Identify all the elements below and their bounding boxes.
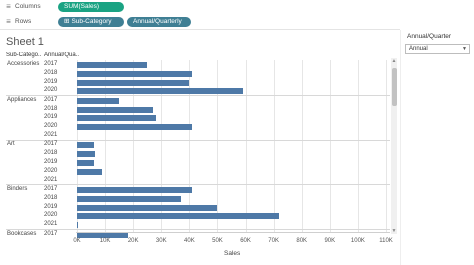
year-label[interactable]: 2021 bbox=[44, 221, 57, 227]
year-label[interactable]: 2019 bbox=[44, 79, 57, 85]
gridline bbox=[357, 60, 359, 232]
year-label[interactable]: 2018 bbox=[44, 70, 57, 76]
x-tick-label: 50K bbox=[212, 238, 223, 244]
x-tick-label: 70K bbox=[268, 238, 279, 244]
x-tick-label: 40K bbox=[184, 238, 195, 244]
pill-label: Sub-Category bbox=[71, 18, 112, 25]
x-axis-title: Sales bbox=[224, 250, 241, 257]
year-label[interactable]: 2019 bbox=[44, 114, 57, 120]
gridline bbox=[386, 60, 387, 232]
gridline bbox=[273, 60, 275, 232]
scroll-down-icon[interactable]: ▼ bbox=[391, 228, 397, 234]
year-label[interactable]: 2017 bbox=[44, 231, 57, 237]
year-label[interactable]: 2019 bbox=[44, 159, 57, 165]
year-label[interactable]: 2020 bbox=[44, 123, 57, 129]
annual-quarterly-pill[interactable]: Annual/Quarterly bbox=[127, 17, 191, 27]
x-tick-label: 10K bbox=[99, 238, 111, 244]
year-label[interactable]: 2019 bbox=[44, 204, 57, 210]
panel-divider bbox=[400, 30, 401, 265]
category-separator bbox=[6, 229, 390, 230]
scroll-up-icon[interactable]: ▲ bbox=[391, 58, 397, 64]
year-label[interactable]: 2017 bbox=[44, 186, 57, 192]
year-label[interactable]: 2020 bbox=[44, 212, 57, 218]
year-label[interactable]: 2017 bbox=[44, 61, 57, 67]
x-tick-label: 0K bbox=[73, 238, 81, 244]
gridline bbox=[301, 60, 303, 232]
gridline bbox=[329, 60, 331, 232]
bar[interactable] bbox=[77, 222, 79, 229]
x-tick-label: 60K bbox=[240, 238, 251, 244]
columns-drop-area[interactable]: SUM(Sales) bbox=[55, 1, 395, 13]
bar[interactable] bbox=[77, 115, 156, 122]
category-label[interactable]: Appliances bbox=[7, 97, 36, 103]
year-label[interactable]: 2017 bbox=[44, 141, 57, 147]
category-separator bbox=[6, 95, 390, 97]
bar[interactable] bbox=[77, 195, 181, 202]
bar[interactable] bbox=[77, 97, 120, 104]
x-tick-label: 100K bbox=[350, 238, 365, 244]
sheet-title: Sheet 1 bbox=[6, 36, 44, 48]
year-label[interactable]: 2017 bbox=[44, 97, 57, 103]
category-label[interactable]: Bookcases bbox=[7, 231, 36, 237]
x-axis-line bbox=[76, 232, 390, 233]
year-label[interactable]: 2020 bbox=[44, 168, 57, 174]
rows-shelf: ≡ Rows ⊞ Sub-Category Annual/Quarterly bbox=[0, 15, 474, 29]
year-label[interactable]: 2020 bbox=[44, 87, 57, 93]
rows-icon: ≡ bbox=[6, 17, 11, 26]
bar[interactable] bbox=[77, 124, 193, 131]
x-tick-label: 30K bbox=[155, 238, 167, 244]
bar[interactable] bbox=[77, 79, 190, 86]
x-tick-label: 80K bbox=[296, 238, 308, 244]
pill-label: SUM(Sales) bbox=[64, 3, 100, 10]
bar[interactable] bbox=[77, 187, 193, 193]
category-separator bbox=[6, 184, 390, 186]
bar[interactable] bbox=[77, 142, 94, 149]
bar[interactable] bbox=[77, 204, 218, 211]
chevron-down-icon: ▼ bbox=[462, 46, 467, 52]
category-label[interactable]: Binders bbox=[7, 186, 27, 192]
category-label[interactable]: Art bbox=[7, 141, 15, 147]
columns-shelf: ≡ Columns SUM(Sales) bbox=[0, 0, 474, 14]
category-label[interactable]: Accessories bbox=[7, 61, 39, 67]
bar[interactable] bbox=[77, 213, 280, 220]
year-header[interactable]: Annual/Qua.. bbox=[44, 52, 80, 58]
x-tick-label: 110K bbox=[379, 238, 393, 244]
scrollbar-thumb[interactable] bbox=[392, 68, 397, 106]
subcategory-header[interactable]: Sub-Catego.. bbox=[6, 52, 42, 58]
bar[interactable] bbox=[77, 151, 96, 158]
expand-plus-icon: ⊞ bbox=[64, 18, 70, 25]
bar[interactable] bbox=[77, 106, 153, 113]
sum-sales-pill[interactable]: SUM(Sales) bbox=[58, 2, 124, 12]
year-label[interactable]: 2018 bbox=[44, 150, 57, 156]
bar[interactable] bbox=[77, 168, 103, 175]
x-tick-label: 20K bbox=[127, 238, 139, 244]
category-separator bbox=[6, 139, 390, 141]
pill-label: Annual/Quarterly bbox=[133, 18, 182, 25]
rows-shelf-label: Rows bbox=[15, 18, 32, 25]
dropdown-value: Annual bbox=[409, 46, 428, 52]
rows-drop-area[interactable]: ⊞ Sub-Category Annual/Quarterly bbox=[55, 16, 395, 28]
bar[interactable] bbox=[77, 160, 94, 166]
columns-shelf-label: Columns bbox=[15, 3, 41, 10]
x-tick-label: 90K bbox=[324, 238, 336, 244]
year-label[interactable]: 2018 bbox=[44, 106, 57, 112]
gridline bbox=[245, 60, 247, 232]
year-label[interactable]: 2021 bbox=[44, 132, 57, 138]
shelf-divider bbox=[0, 29, 400, 30]
bar[interactable] bbox=[77, 88, 243, 95]
bar[interactable] bbox=[77, 62, 148, 68]
bar[interactable] bbox=[77, 70, 193, 77]
year-label[interactable]: 2018 bbox=[44, 195, 57, 201]
sub-category-pill[interactable]: ⊞ Sub-Category bbox=[58, 17, 124, 27]
year-label[interactable]: 2021 bbox=[44, 177, 57, 183]
bar-chart: Accessories 2017 2018 2019 2020 Appliances 201… bbox=[0, 60, 400, 238]
filter-title: Annual/Quarter bbox=[407, 33, 452, 40]
annual-quarter-dropdown[interactable]: Annual ▼ bbox=[405, 44, 470, 54]
gridline bbox=[217, 60, 219, 232]
columns-icon: ≡ bbox=[6, 2, 11, 11]
